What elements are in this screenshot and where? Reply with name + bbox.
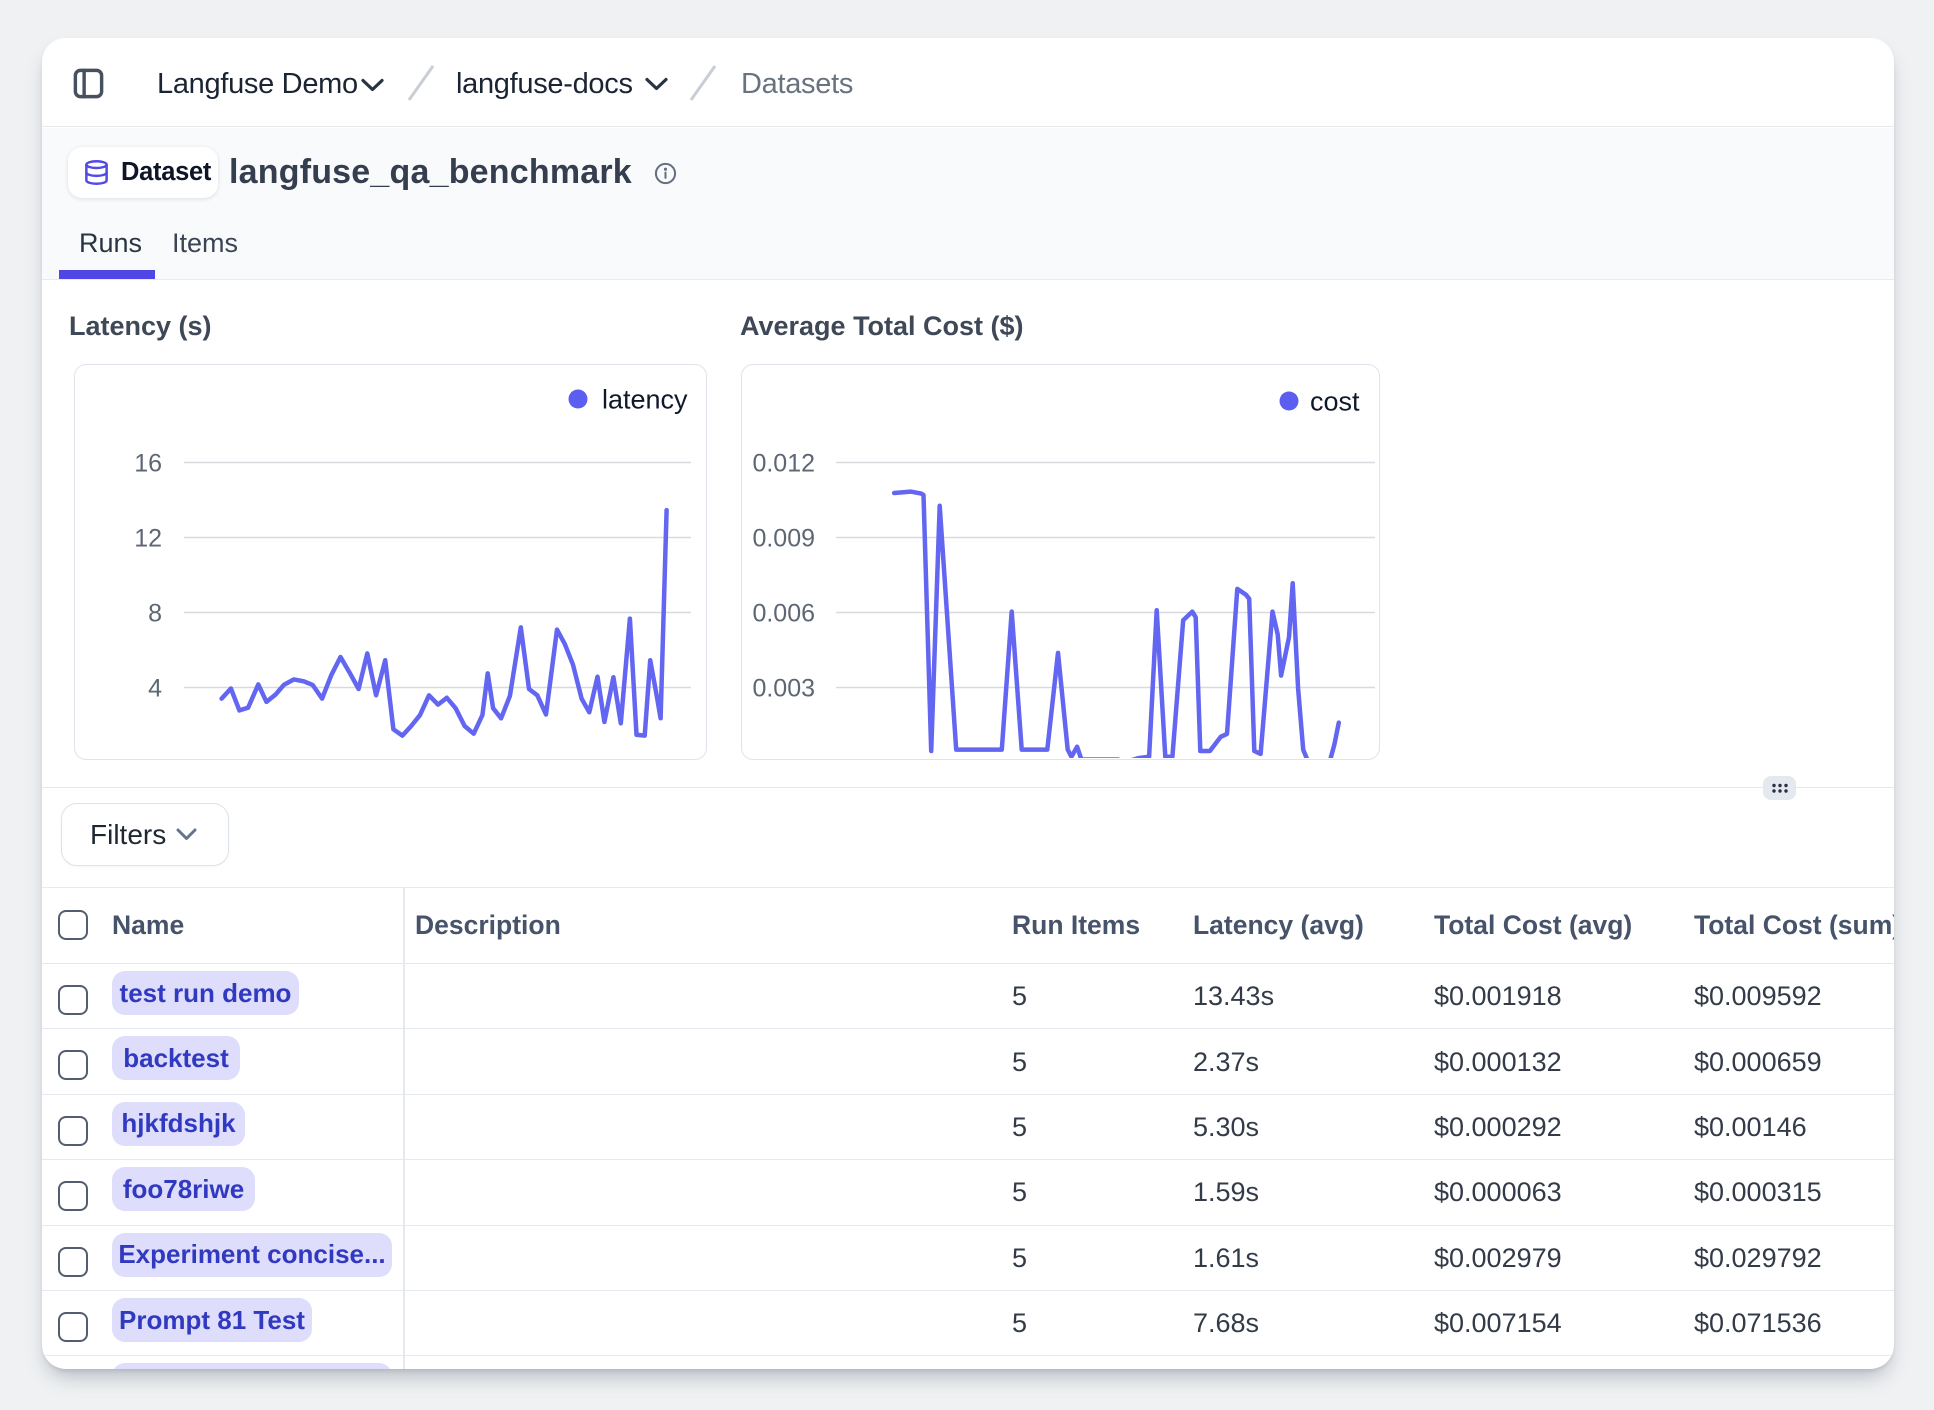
svg-text:8: 8 (148, 600, 162, 628)
svg-text:0.006: 0.006 (752, 600, 815, 628)
svg-text:0.003: 0.003 (752, 675, 815, 703)
svg-text:0.009: 0.009 (752, 525, 815, 553)
svg-text:4: 4 (148, 675, 162, 703)
svg-text:12: 12 (134, 525, 162, 553)
svg-text:16: 16 (134, 450, 162, 478)
svg-text:0.012: 0.012 (752, 450, 815, 478)
svg-text:cost: cost (1310, 387, 1360, 417)
svg-text:latency: latency (602, 385, 688, 415)
